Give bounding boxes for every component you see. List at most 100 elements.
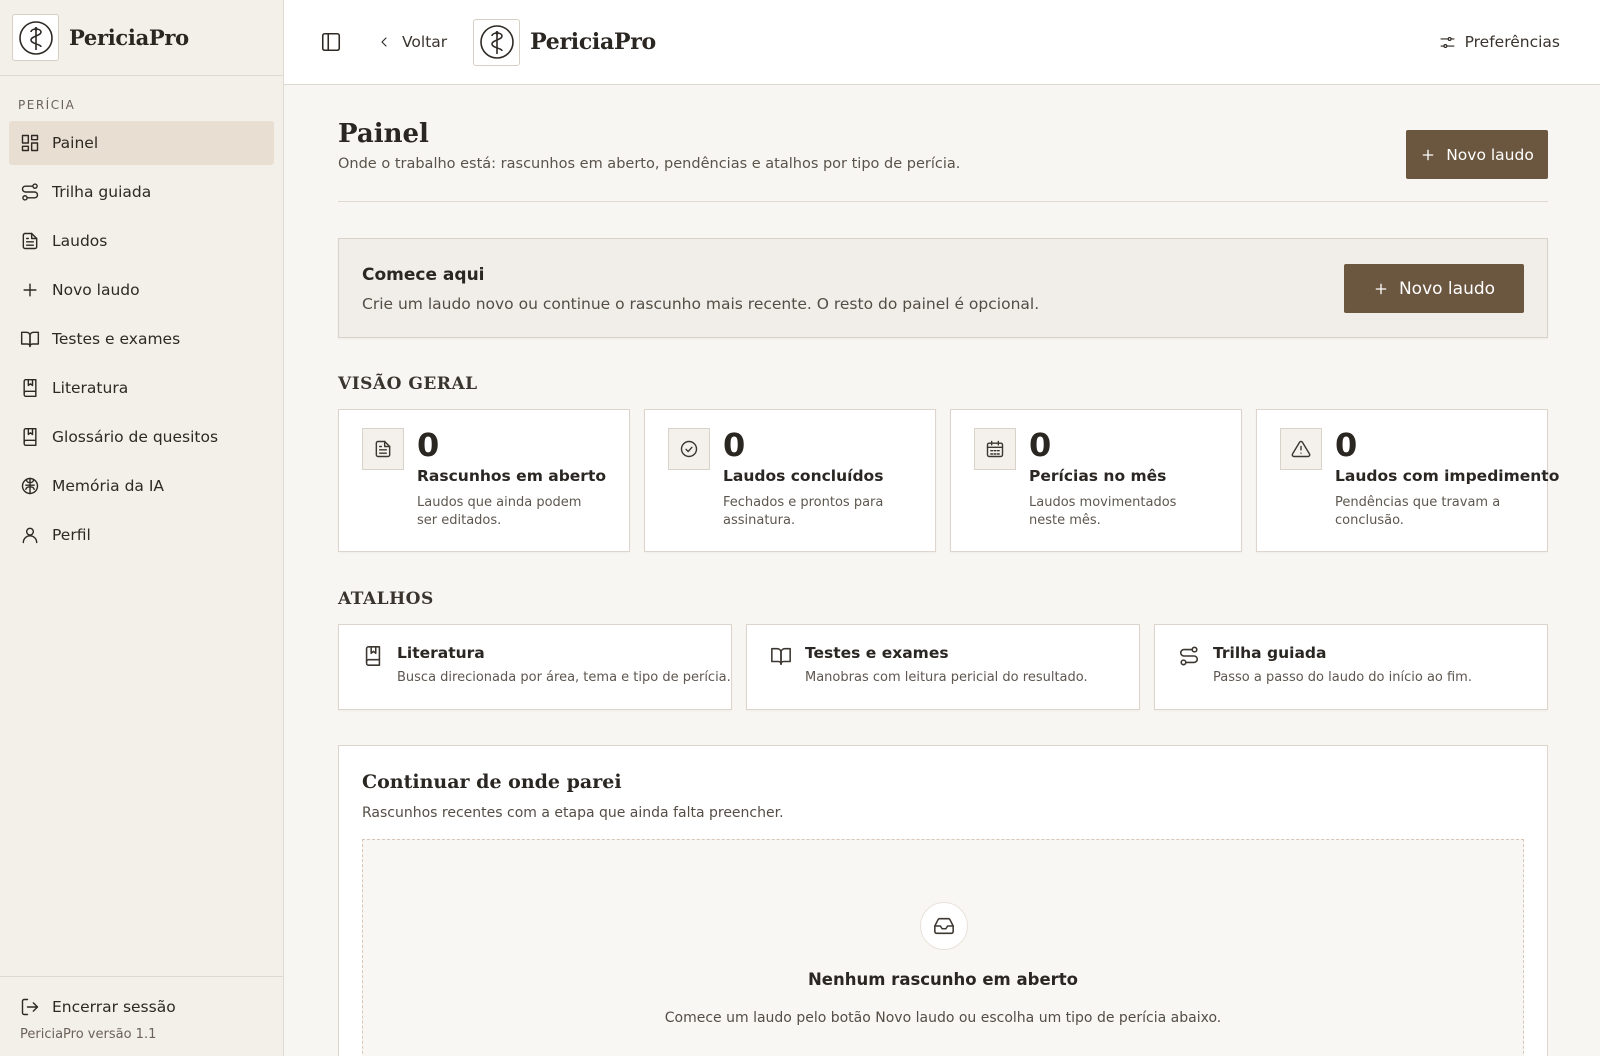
sidebar-item-novo-laudo[interactable]: Novo laudo (9, 268, 274, 312)
back-button[interactable]: Voltar (376, 33, 447, 51)
plus-icon (1422, 149, 1434, 160)
sidebar: PericiaPro PERÍCIA Painel Trilha guiada … (0, 0, 284, 1056)
stat-value: 0 (1029, 426, 1052, 464)
start-title: Comece aqui (362, 265, 485, 285)
topbar-brand-name: PericiaPro (530, 29, 656, 55)
start-button-label: Novo laudo (1398, 278, 1496, 299)
page-title: Painel (338, 119, 429, 149)
sidebar-item-glossario-de-quesitos[interactable]: Glossário de quesitos (9, 415, 274, 459)
start-text: Crie um laudo novo ou continue o rascunh… (362, 295, 1040, 313)
preferences-button[interactable]: Preferências (1439, 33, 1560, 51)
stat-label: Laudos com impedimento (1335, 467, 1560, 485)
sidebar-item-label: Novo laudo (52, 281, 140, 299)
alert-triangle-icon (1291, 440, 1311, 458)
sidebar-item-laudos[interactable]: Laudos (9, 219, 274, 263)
sidebar-item-perfil[interactable]: Perfil (9, 513, 274, 557)
file-text-icon (22, 232, 38, 250)
topbar: Voltar PericiaPro Preferências (284, 0, 1600, 85)
sidebar-item-label: Painel (52, 134, 99, 152)
route-icon (1180, 646, 1198, 666)
continue-title: Continuar de onde parei (362, 771, 622, 793)
logout-button[interactable]: Encerrar sessão (20, 995, 283, 1019)
book-bookmark-icon (23, 378, 37, 398)
topbar-logo[interactable] (473, 18, 521, 66)
stat-value: 0 (1335, 426, 1358, 464)
open-book-icon (771, 647, 791, 666)
stat-value: 0 (417, 426, 440, 464)
preferences-label: Preferências (1464, 33, 1560, 51)
app-version: PericiaPro versão 1.1 (20, 1027, 157, 1042)
sidebar-item-testes-e-exames[interactable]: Testes e exames (9, 317, 274, 361)
sidebar-section-label: PERÍCIA (18, 98, 76, 112)
stat-label: Rascunhos em aberto (417, 467, 607, 485)
brand-name: PericiaPro (69, 25, 189, 50)
new-report-label: Novo laudo (1446, 145, 1534, 164)
brain-icon (21, 477, 39, 495)
book-bookmark-icon (365, 646, 381, 666)
shortcut-testes-e-exames[interactable]: Testes e exames Manobras com leitura per… (746, 624, 1140, 710)
stat-card-rascunhos[interactable]: 0 Rascunhos em aberto Laudos que ainda p… (338, 409, 630, 552)
stat-label: Laudos concluídos (723, 467, 884, 485)
shortcuts-list: Literatura Busca direcionada por área, t… (338, 624, 1548, 710)
sidebar-toggle-button[interactable] (320, 31, 342, 53)
stat-description: Fechados e prontos para assinatura. (723, 495, 884, 528)
sidebar-brand[interactable]: PericiaPro (0, 0, 283, 76)
user-icon (22, 527, 38, 544)
empty-title: Nenhum rascunho em aberto (808, 970, 1078, 989)
shortcut-description: Busca direcionada por área, tema e tipo … (397, 670, 731, 685)
plus-icon (1375, 283, 1387, 294)
chevron-left-icon (381, 37, 387, 47)
stat-description: Pendências que travam a conclusão. (1335, 495, 1501, 528)
file-text-icon (375, 440, 391, 458)
panel-left-icon (321, 32, 341, 52)
new-report-button[interactable]: Novo laudo (1406, 130, 1548, 179)
shortcut-literatura[interactable]: Literatura Busca direcionada por área, t… (338, 624, 732, 710)
logout-icon (21, 998, 39, 1016)
layout-dashboard-icon (21, 134, 39, 152)
back-label: Voltar (402, 33, 448, 51)
calendar-icon (986, 440, 1004, 458)
inbox-icon (934, 917, 954, 935)
stat-card-impedimento[interactable]: 0 Laudos com impedimento Pendências que … (1256, 409, 1559, 552)
empty-text: Comece um laudo pelo botão Novo laudo ou… (664, 1010, 1222, 1026)
stat-description: Laudos que ainda podem ser editados. (417, 495, 582, 528)
empty-state: Nenhum rascunho em aberto Comece um laud… (362, 839, 1524, 1056)
shortcut-description: Passo a passo do laudo do início ao fim. (1213, 670, 1472, 685)
overview-cards: 0 Rascunhos em aberto Laudos que ainda p… (338, 409, 1559, 552)
caduceus-logo-icon (18, 20, 53, 55)
shortcut-trilha-guiada[interactable]: Trilha guiada Passo a passo do laudo do … (1154, 624, 1548, 710)
shortcut-title: Trilha guiada (1213, 644, 1327, 662)
sidebar-item-trilha-guiada[interactable]: Trilha guiada (9, 170, 274, 214)
stat-card-pericias-mes[interactable]: 0 Perícias no mês Laudos movimentados ne… (950, 409, 1242, 552)
logout-label: Encerrar sessão (52, 998, 176, 1016)
start-new-report-button[interactable]: Novo laudo (1344, 264, 1524, 313)
caduceus-logo-icon (479, 25, 514, 59)
sidebar-item-memoria-da-ia[interactable]: Memória da IA (9, 464, 274, 508)
open-book-icon (20, 331, 40, 348)
stat-icon-box (668, 428, 710, 470)
plus-icon (23, 283, 37, 297)
overview-title: VISÃO GERAL (338, 374, 478, 394)
continue-subtitle: Rascunhos recentes com a etapa que ainda… (362, 805, 784, 821)
sidebar-item-painel[interactable]: Painel (9, 121, 274, 165)
start-here-panel: Comece aqui Crie um laudo novo ou contin… (338, 238, 1548, 338)
sidebar-item-label: Perfil (52, 526, 91, 544)
shortcut-title: Testes e exames (805, 644, 949, 662)
sidebar-item-label: Trilha guiada (52, 183, 152, 201)
page-header: Painel Onde o trabalho está: rascunhos e… (338, 85, 1548, 202)
sidebar-footer: Encerrar sessão PericiaPro versão 1.1 (0, 976, 283, 1056)
sliders-icon (1440, 36, 1455, 48)
continue-panel: Continuar de onde parei Rascunhos recent… (338, 745, 1548, 1056)
sidebar-nav: Painel Trilha guiada Laudos Novo laudo T… (0, 121, 283, 557)
stat-label: Perícias no mês (1029, 467, 1167, 485)
check-circle-icon (680, 440, 698, 458)
sidebar-item-label: Laudos (52, 232, 108, 250)
stat-icon-box (362, 428, 404, 470)
empty-icon-circle (920, 902, 968, 950)
stat-card-concluidos[interactable]: 0 Laudos concluídos Fechados e prontos p… (644, 409, 936, 552)
sidebar-item-label: Glossário de quesitos (52, 428, 219, 446)
sidebar-item-literatura[interactable]: Literatura (9, 366, 274, 410)
page-subtitle: Onde o trabalho está: rascunhos em abert… (338, 156, 961, 172)
main-content: Painel Onde o trabalho está: rascunhos e… (338, 85, 1559, 1056)
route-icon (21, 183, 39, 201)
